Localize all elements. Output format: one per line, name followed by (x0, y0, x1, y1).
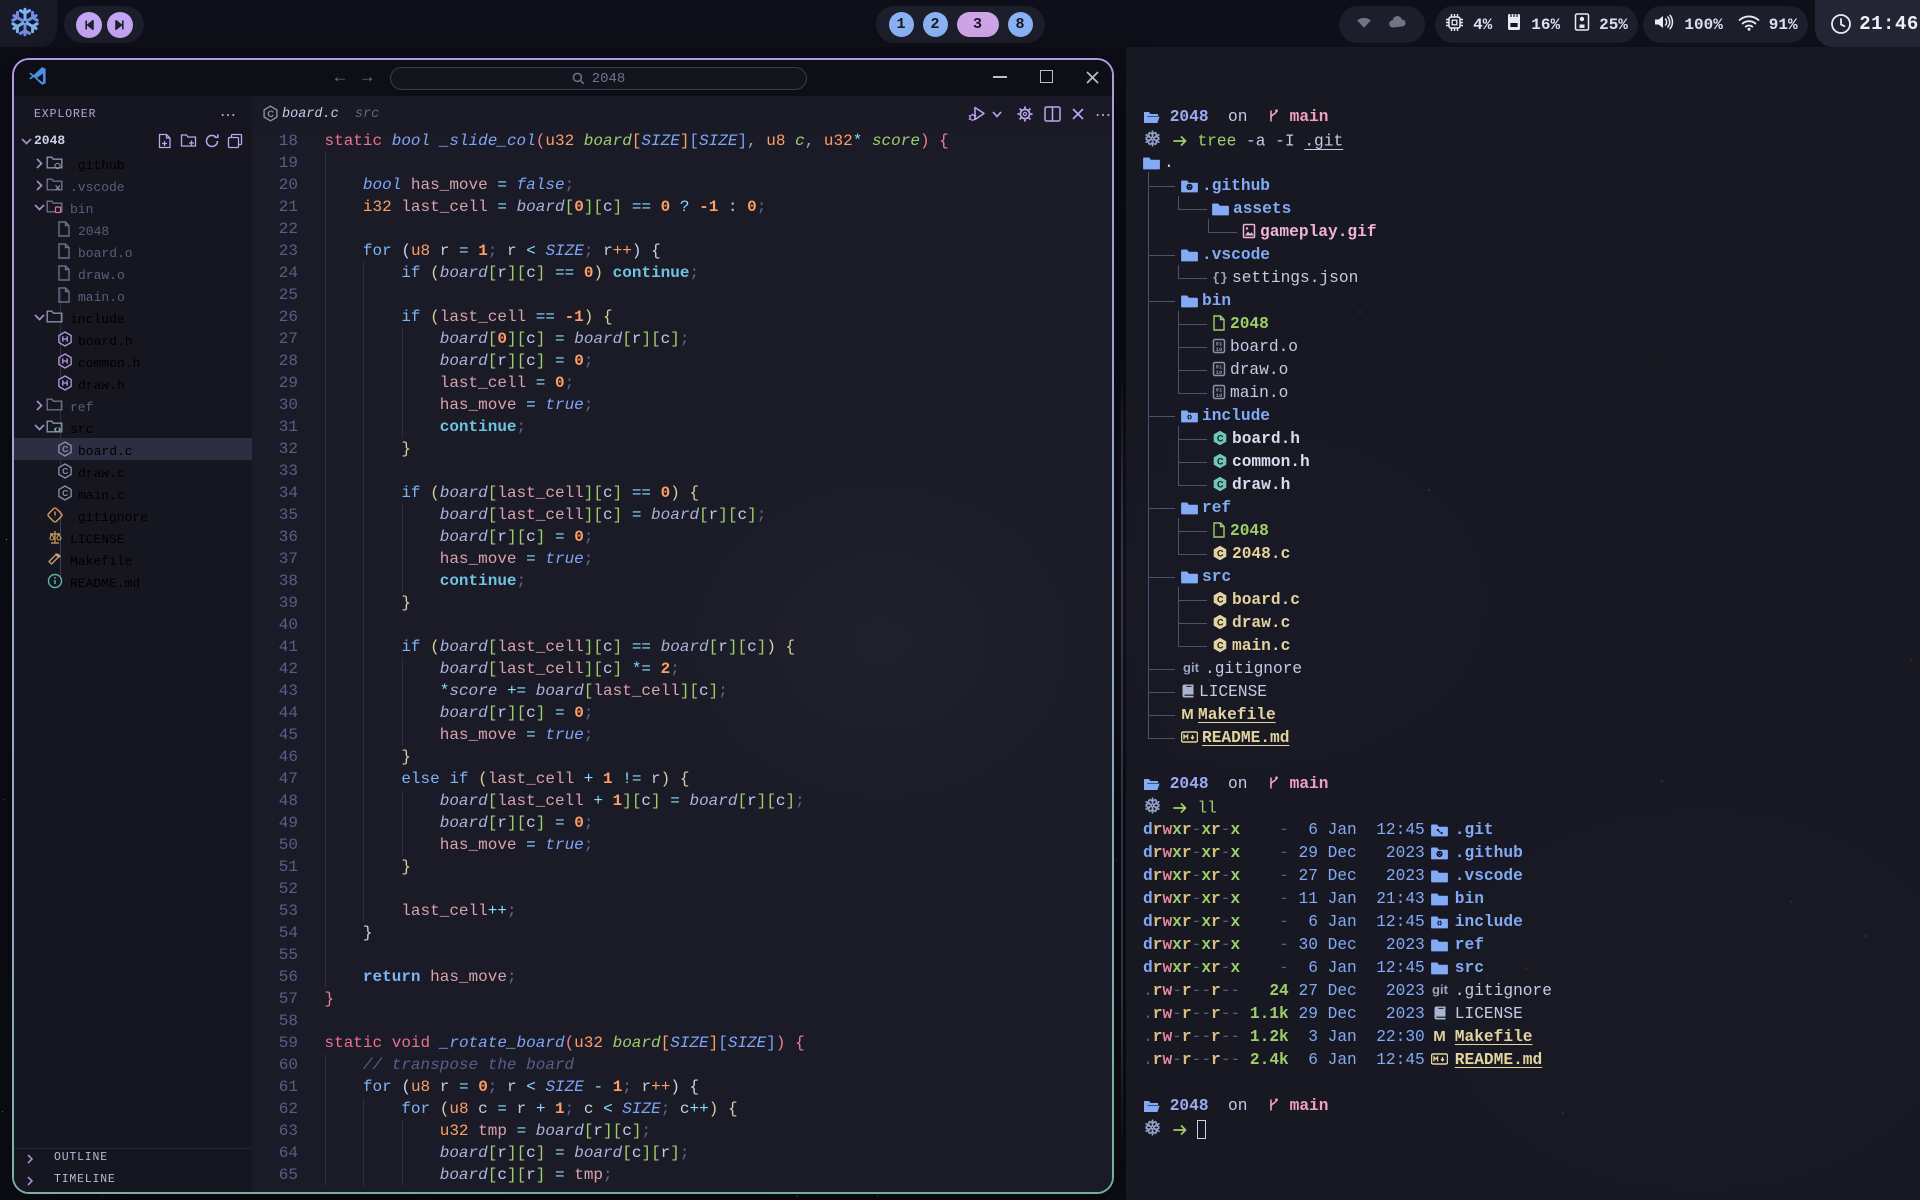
svg-text:C: C (1217, 594, 1224, 604)
svg-text:10: 10 (1216, 345, 1223, 352)
svg-text:C: C (62, 488, 68, 498)
svg-text:C: C (1217, 617, 1224, 627)
svg-text:C: C (1217, 479, 1224, 489)
svg-text:C: C (1217, 640, 1224, 650)
svg-text:C: C (1217, 433, 1224, 443)
svg-text:C: C (62, 444, 68, 454)
svg-text:git: git (1183, 660, 1200, 675)
svg-text:10: 10 (1216, 391, 1223, 398)
svg-text:M: M (1181, 706, 1194, 722)
svg-text:C: C (267, 109, 274, 119)
svg-text:C: C (1217, 548, 1224, 558)
svg-text:M: M (1434, 1028, 1447, 1044)
svg-text:C: C (1217, 456, 1224, 466)
svg-text:10: 10 (1216, 368, 1223, 375)
svg-text:git: git (1432, 982, 1449, 997)
svg-text:{}: {} (1212, 270, 1228, 285)
svg-text:C: C (62, 466, 68, 476)
